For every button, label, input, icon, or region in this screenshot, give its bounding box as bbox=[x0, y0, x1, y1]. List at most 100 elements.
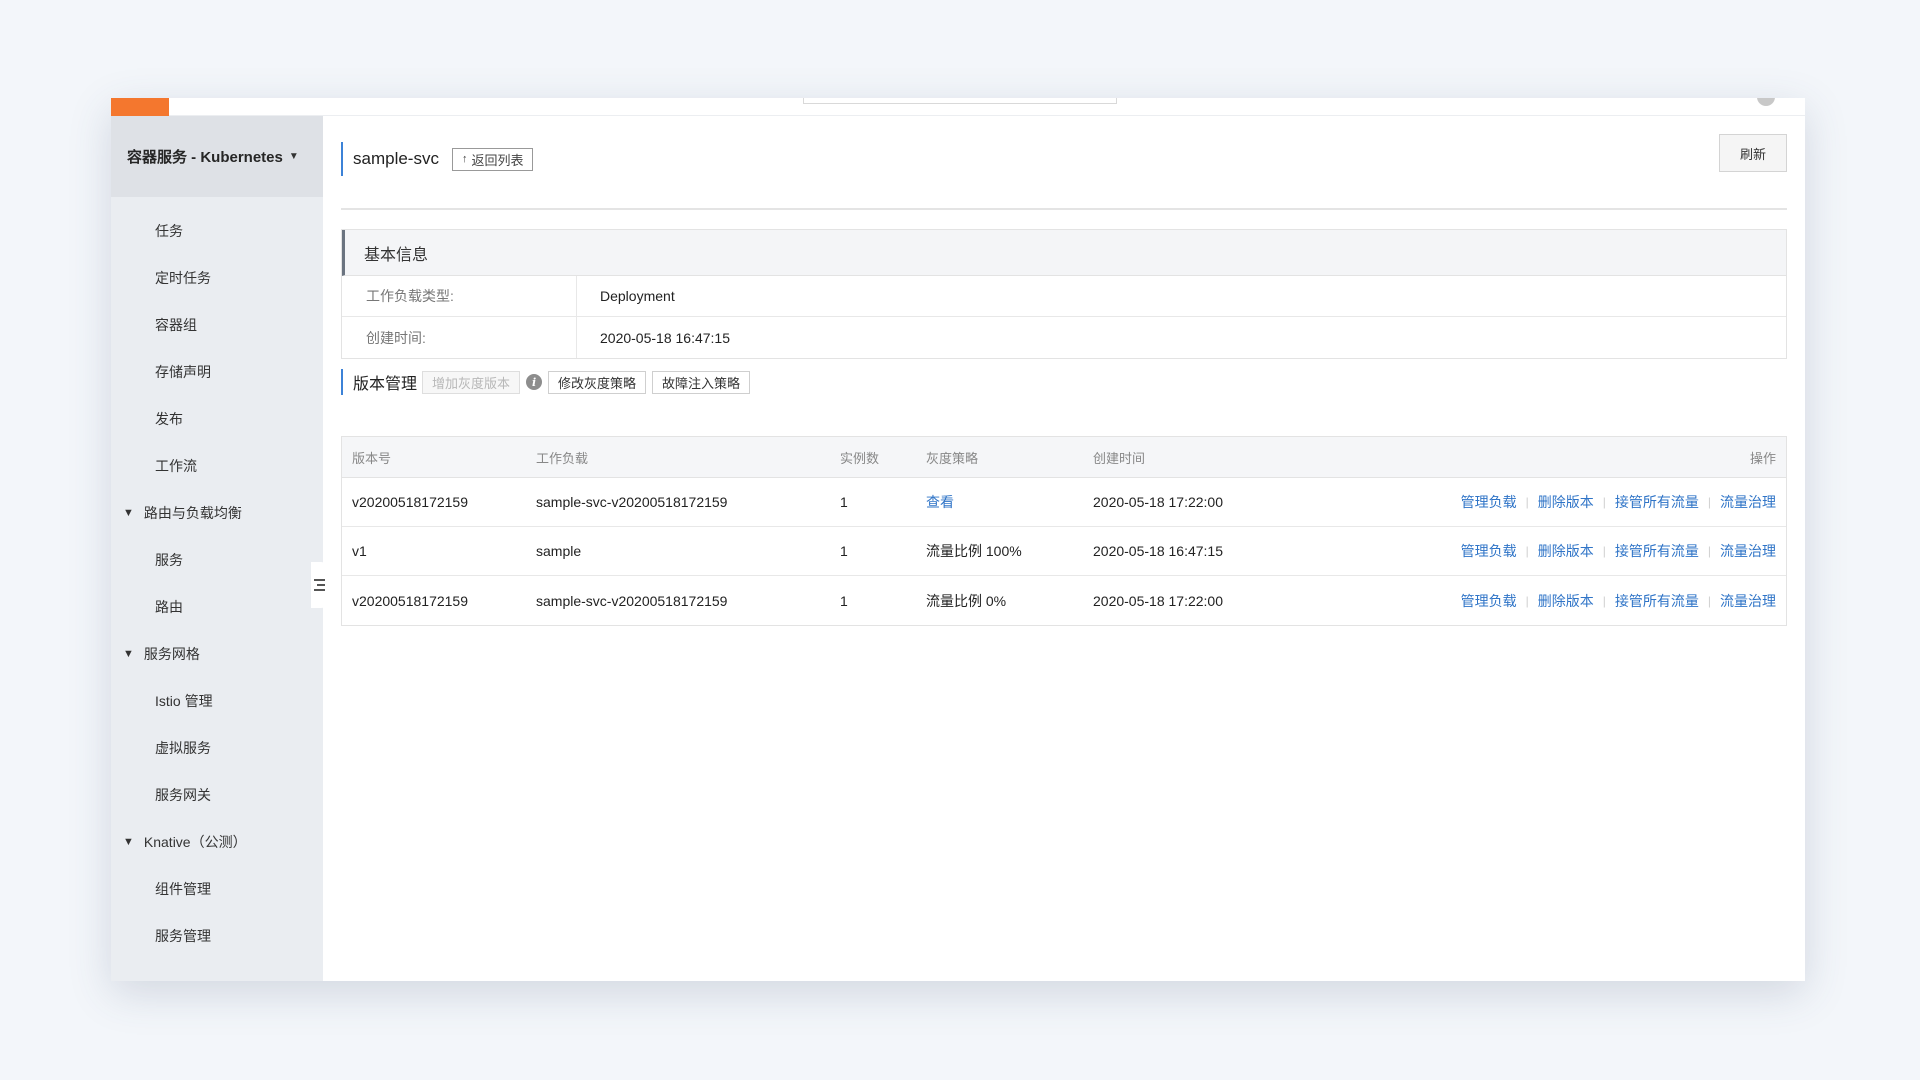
actions-cell: 管理负载 | 删除版本 | 接管所有流量 | 流量治理 bbox=[1353, 527, 1786, 575]
page-header: sample-svc ↑ 返回列表 bbox=[341, 142, 534, 176]
info-value: Deployment bbox=[600, 288, 675, 304]
info-row: 创建时间: 2020-05-18 16:47:15 bbox=[342, 317, 1786, 358]
sidebar-item[interactable]: 容器组 bbox=[111, 305, 323, 345]
column-header: 版本号 bbox=[352, 450, 392, 466]
table-row: v20200518172159 sample-svc-v2020051817215… bbox=[342, 478, 1786, 527]
sidebar-item[interactable]: 定时任务 bbox=[111, 258, 323, 298]
manage-workload-link[interactable]: 管理负载 bbox=[1461, 541, 1517, 561]
version-management-header: 版本管理 增加灰度版本 i 修改灰度策略 故障注入策略 bbox=[341, 369, 756, 395]
top-bar bbox=[111, 98, 1805, 116]
sidebar-item[interactable]: 服务管理 bbox=[111, 916, 323, 956]
info-icon[interactable]: i bbox=[526, 374, 543, 390]
divider bbox=[341, 208, 1787, 210]
policy-cell: 流量比例 100% bbox=[926, 543, 1022, 559]
policy-cell: 流量比例 0% bbox=[926, 592, 1007, 609]
separator: | bbox=[1602, 544, 1606, 558]
brand-logo[interactable] bbox=[111, 98, 169, 116]
actions-cell: 管理负载 | 删除版本 | 接管所有流量 | 流量治理 bbox=[1353, 478, 1786, 526]
version-cell: v20200518172159 bbox=[352, 494, 469, 510]
table-body: v20200518172159 sample-svc-v2020051817215… bbox=[342, 478, 1786, 625]
info-value: 2020-05-18 16:47:15 bbox=[600, 329, 730, 346]
sidebar-group[interactable]: ▼ Knative（公测） bbox=[111, 822, 323, 862]
sidebar-item-label: 服务网格 bbox=[143, 646, 200, 662]
sidebar-item[interactable]: 发布 bbox=[111, 399, 323, 439]
workload-cell: sample bbox=[536, 543, 582, 559]
arrow-up-icon: ↑ bbox=[461, 153, 468, 165]
sidebar-group[interactable]: ▼ 路由与负载均衡 bbox=[111, 493, 323, 533]
info-row: 工作负载类型: Deployment bbox=[342, 276, 1786, 317]
sidebar-item[interactable]: 服务网关 bbox=[111, 775, 323, 815]
back-to-list-button[interactable]: ↑ 返回列表 bbox=[451, 147, 534, 171]
take-all-traffic-link[interactable]: 接管所有流量 bbox=[1615, 492, 1699, 512]
take-all-traffic-link[interactable]: 接管所有流量 bbox=[1615, 591, 1699, 611]
separator: | bbox=[1707, 544, 1711, 558]
sidebar-item-label: 容器组 bbox=[155, 317, 197, 333]
separator: | bbox=[1602, 593, 1606, 608]
caret-down-icon: ▼ bbox=[123, 836, 134, 848]
sidebar-item-label: 发布 bbox=[155, 411, 183, 427]
sidebar-item-label: 路由 bbox=[155, 599, 183, 615]
basic-info-panel: 基本信息 工作负载类型: Deployment 创建时间: 2020-05-18… bbox=[341, 229, 1787, 359]
column-header: 操作 bbox=[1749, 450, 1776, 466]
info-key: 工作负载类型: bbox=[342, 276, 577, 316]
delete-version-link[interactable]: 删除版本 bbox=[1538, 492, 1594, 512]
manage-workload-link[interactable]: 管理负载 bbox=[1461, 591, 1517, 611]
delete-version-link[interactable]: 删除版本 bbox=[1538, 591, 1594, 611]
edit-gray-policy-button[interactable]: 修改灰度策略 bbox=[548, 370, 647, 394]
app-window: 容器服务 - Kubernetes ▼ 任务 定时任务 容器组 存储声明 发布 工作流 ▼ 路… bbox=[111, 98, 1805, 981]
search-input[interactable] bbox=[803, 98, 1117, 104]
add-gray-version-button[interactable]: 增加灰度版本 bbox=[422, 370, 521, 394]
main-content: sample-svc ↑ 返回列表 刷新 基本信息 工作负载类型: Deploy… bbox=[323, 116, 1805, 981]
take-all-traffic-link[interactable]: 接管所有流量 bbox=[1615, 541, 1699, 561]
separator: | bbox=[1602, 495, 1606, 509]
separator: | bbox=[1707, 495, 1711, 509]
version-management-title: 版本管理 bbox=[353, 376, 418, 393]
sidebar-item[interactable]: 存储声明 bbox=[111, 352, 323, 392]
refresh-button[interactable]: 刷新 bbox=[1719, 134, 1787, 172]
sidebar-item-label: 工作流 bbox=[155, 458, 197, 474]
version-cell: v20200518172159 bbox=[352, 592, 469, 609]
caret-down-icon: ▼ bbox=[123, 648, 134, 660]
sidebar-item[interactable]: 虚拟服务 bbox=[111, 728, 323, 768]
product-switcher[interactable]: 容器服务 - Kubernetes ▼ bbox=[111, 116, 323, 197]
traffic-governance-link[interactable]: 流量治理 bbox=[1720, 541, 1776, 561]
separator: | bbox=[1525, 495, 1529, 509]
sidebar-item-label: 服务管理 bbox=[155, 928, 211, 944]
product-title: 容器服务 - Kubernetes bbox=[127, 149, 283, 166]
sidebar-item[interactable]: Istio 管理 bbox=[111, 681, 323, 721]
table-row: v20200518172159 sample-svc-v2020051817215… bbox=[342, 576, 1786, 625]
separator: | bbox=[1707, 593, 1711, 608]
table-row: v1 sample 1 流量比例 100% 2020-05-18 16:47:15 管理负… bbox=[342, 527, 1786, 576]
sidebar-item-label: Istio 管理 bbox=[155, 693, 213, 709]
workload-cell: sample-svc-v20200518172159 bbox=[536, 494, 728, 510]
fault-injection-button[interactable]: 故障注入策略 bbox=[652, 370, 751, 394]
manage-workload-link[interactable]: 管理负载 bbox=[1461, 492, 1517, 512]
page-title: sample-svc bbox=[353, 149, 439, 168]
sidebar-item[interactable]: 服务 bbox=[111, 540, 323, 580]
traffic-governance-link[interactable]: 流量治理 bbox=[1720, 591, 1776, 611]
column-header: 工作负载 bbox=[536, 450, 589, 466]
version-cell: v1 bbox=[352, 543, 367, 559]
sidebar-item[interactable]: 任务 bbox=[111, 211, 323, 251]
traffic-governance-link[interactable]: 流量治理 bbox=[1720, 492, 1776, 512]
sidebar-item-label: Knative（公测） bbox=[143, 834, 247, 850]
column-header: 实例数 bbox=[840, 450, 880, 466]
actions-cell: 管理负载 | 删除版本 | 接管所有流量 | 流量治理 bbox=[1353, 576, 1786, 625]
sidebar-item-label: 存储声明 bbox=[155, 364, 211, 380]
sidebar-item[interactable]: 组件管理 bbox=[111, 869, 323, 909]
sidebar-item[interactable]: 路由 bbox=[111, 587, 323, 627]
basic-info-heading: 基本信息 bbox=[342, 230, 1786, 276]
info-key: 创建时间: bbox=[342, 317, 577, 358]
policy-cell[interactable]: 查看 bbox=[926, 478, 1093, 526]
avatar[interactable] bbox=[1757, 98, 1775, 106]
sidebar-item[interactable]: 工作流 bbox=[111, 446, 323, 486]
sidebar-item-label: 组件管理 bbox=[155, 881, 211, 897]
delete-version-link[interactable]: 删除版本 bbox=[1538, 541, 1594, 561]
sidebar-item-label: 服务 bbox=[155, 552, 183, 568]
sidebar-group[interactable]: ▼ 服务网格 bbox=[111, 634, 323, 674]
versions-table: 版本号 工作负载 实例数 灰度策略 创建时间 操作 v2020051817215… bbox=[341, 436, 1787, 626]
column-header: 灰度策略 bbox=[926, 450, 979, 466]
back-to-list-label: 返回列表 bbox=[471, 152, 524, 168]
table-header: 版本号 工作负载 实例数 灰度策略 创建时间 操作 bbox=[342, 437, 1786, 478]
separator: | bbox=[1525, 544, 1529, 558]
